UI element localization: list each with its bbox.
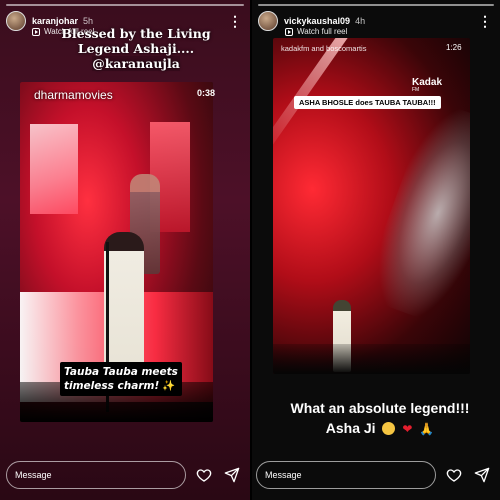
video-brand: dharmamovies xyxy=(34,88,113,102)
folded-hands-icon: 🙏 xyxy=(419,422,435,436)
caption-line-2: timeless charm! xyxy=(64,380,160,392)
message-input[interactable] xyxy=(6,461,186,489)
story-text-overlay: What an absolute legend!!! Asha Ji ❤ 🙏 xyxy=(290,398,470,439)
more-icon[interactable]: ⋮ xyxy=(478,14,494,28)
video-caption: ASHA BHOSLE does TAUBA TAUBA!!! xyxy=(294,96,441,109)
pleading-face-icon xyxy=(382,422,396,435)
heart-icon[interactable] xyxy=(196,467,212,483)
heart-icon[interactable] xyxy=(446,467,462,483)
mention-link[interactable]: @karanaujla xyxy=(92,56,180,71)
avatar[interactable] xyxy=(258,11,278,31)
story-text-overlay: Blessed by the Living Legend Ashaji.... … xyxy=(36,26,236,71)
post-time: 4h xyxy=(355,16,366,26)
username[interactable]: karanjohar xyxy=(32,16,78,26)
story-progress-bar xyxy=(258,4,494,6)
video-duration: 0:38 xyxy=(197,88,216,98)
overlay-line-1: What an absolute legend!!! xyxy=(290,400,470,416)
avatar[interactable] xyxy=(6,11,26,31)
username[interactable]: vickykaushal09 xyxy=(284,16,350,26)
watch-full-reel-link[interactable]: Watch full reel xyxy=(285,27,347,36)
message-input[interactable] xyxy=(256,461,436,489)
heart-emoji-icon: ❤ xyxy=(402,422,413,436)
sparkles-icon: ✨ xyxy=(162,380,176,392)
send-icon[interactable] xyxy=(224,467,240,483)
stage-floor xyxy=(273,344,470,374)
reel-icon xyxy=(285,27,293,36)
video-caption: Tauba Tauba meets timeless charm! ✨ xyxy=(60,362,182,396)
stage-screen xyxy=(30,124,78,214)
overlay-line-2: Asha Ji xyxy=(325,420,376,436)
post-time: 5h xyxy=(83,16,94,26)
send-icon[interactable] xyxy=(474,467,490,483)
overlay-line-1: Blessed by the Living xyxy=(61,26,211,41)
video-credit: kadakfm and boscomartis xyxy=(281,44,367,53)
watch-full-reel-label: Watch full reel xyxy=(297,27,348,36)
story-progress-bar xyxy=(6,4,244,6)
caption-line-1: Tauba Tauba meets xyxy=(64,366,178,378)
video-logo: Kadak FM xyxy=(412,77,442,93)
overlay-line-2: Legend Ashaji.... xyxy=(77,41,195,56)
reply-bar-right xyxy=(256,458,496,492)
reply-bar-left xyxy=(6,458,246,492)
video-duration: 1:26 xyxy=(446,43,462,52)
